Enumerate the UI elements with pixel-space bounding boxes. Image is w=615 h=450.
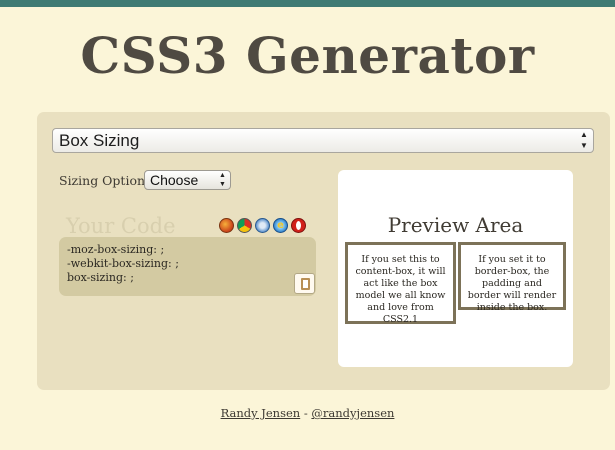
opera-icon <box>291 218 306 233</box>
your-code-heading: Your Code <box>66 214 176 238</box>
footer-separator: - <box>300 406 312 420</box>
top-bar <box>0 0 615 7</box>
chrome-icon <box>237 218 252 233</box>
border-box-demo: If you set it to border-box, the padding… <box>458 242 566 313</box>
code-output[interactable]: -moz-box-sizing: ; -webkit-box-sizing: ;… <box>59 237 316 296</box>
content-box-demo: If you set this to content-box, it will … <box>345 242 456 325</box>
footer: Randy Jensen - @randyjensen <box>0 406 615 420</box>
sizing-option-select[interactable]: Choose ▲ ▼ <box>144 170 231 190</box>
twitter-handle-link[interactable]: @randyjensen <box>311 406 394 420</box>
select-arrows-icon: ▲ ▼ <box>219 172 226 188</box>
select-arrows-icon: ▲ ▼ <box>580 130 588 150</box>
property-select[interactable]: Box Sizing ▲ ▼ <box>52 128 594 153</box>
sizing-option-value: Choose <box>150 172 199 188</box>
page-title: CSS3 Generator <box>80 26 535 85</box>
browser-icons: e <box>219 218 306 235</box>
property-select-value: Box Sizing <box>59 131 140 150</box>
firefox-icon <box>219 218 234 233</box>
code-line: box-sizing: ; <box>67 271 134 284</box>
ie-icon: e <box>273 218 288 233</box>
sizing-option-label: Sizing Option: <box>59 173 150 188</box>
code-line: -webkit-box-sizing: ; <box>67 257 179 270</box>
safari-icon <box>255 218 270 233</box>
copy-code-button[interactable] <box>294 273 315 294</box>
clipboard-icon <box>301 278 310 290</box>
preview-title: Preview Area <box>387 213 524 237</box>
code-line: -moz-box-sizing: ; <box>67 243 165 256</box>
author-link[interactable]: Randy Jensen <box>221 406 301 420</box>
